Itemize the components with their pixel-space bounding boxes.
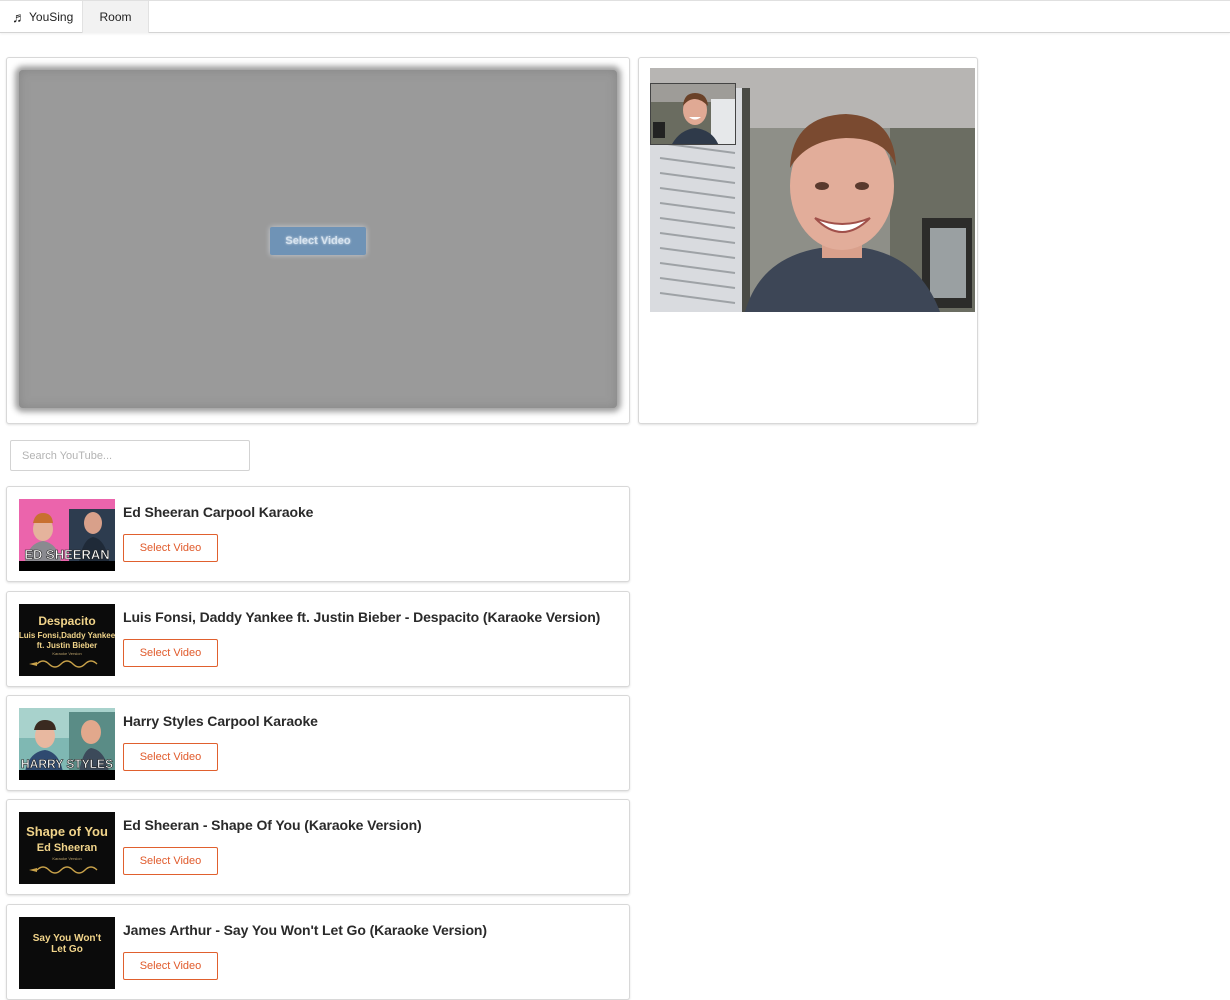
video-thumbnail[interactable]: ED SHEERAN [19,499,115,571]
top-navbar: ♬ YouSing Room [0,0,1230,33]
result-title: James Arthur - Say You Won't Let Go (Kar… [123,922,487,938]
result-card: HARRY STYLES Harry Styles Carpool Karaok… [6,695,630,791]
thumbnail-caption: HARRY STYLES [21,757,113,771]
video-thumbnail[interactable]: HARRY STYLES [19,708,115,780]
video-player-panel: Select Video [6,57,630,424]
result-title: Harry Styles Carpool Karaoke [123,713,318,729]
video-player[interactable]: Select Video [19,70,617,408]
brand-label: YouSing [29,10,74,24]
brand-link[interactable]: ♬ YouSing [0,1,82,33]
tab-room-label: Room [99,10,132,24]
thumbnail-caption: Ed Sheeran [37,842,98,854]
webcam-panel [638,57,978,424]
thumbnail-caption: Luis Fonsi,Daddy Yankee [19,631,115,640]
thumbnail-caption: Say You Won't [33,933,102,944]
select-video-button[interactable]: Select Video [123,639,218,667]
video-thumbnail[interactable]: Say You Won't Let Go [19,917,115,989]
video-thumbnail[interactable]: Shape of You Ed Sheeran Karaoke Version [19,812,115,884]
select-video-button[interactable]: Select Video [123,952,218,980]
thumbnail-caption: ED SHEERAN [24,547,109,562]
thumbnail-caption: ft. Justin Bieber [37,641,97,650]
select-video-button[interactable]: Select Video [123,847,218,875]
result-card: Shape of You Ed Sheeran Karaoke Version … [6,799,630,895]
result-title: Ed Sheeran - Shape Of You (Karaoke Versi… [123,817,422,833]
select-video-button[interactable]: Select Video [123,534,218,562]
result-title: Luis Fonsi, Daddy Yankee ft. Justin Bieb… [123,609,601,625]
thumbnail-caption: Karaoke Version [52,856,81,861]
thumbnail-caption: Karaoke Version [52,651,81,656]
player-select-video-button[interactable]: Select Video [270,227,366,255]
result-title: Ed Sheeran Carpool Karaoke [123,504,314,520]
result-card: ED SHEERAN Ed Sheeran Carpool Karaoke Se… [6,486,630,582]
video-thumbnail[interactable]: Despacito Luis Fonsi,Daddy Yankee ft. Ju… [19,604,115,676]
result-card: Say You Won't Let Go James Arthur - Say … [6,904,630,1000]
thumbnail-caption: Despacito [38,614,95,628]
tab-room[interactable]: Room [82,1,149,33]
select-video-button[interactable]: Select Video [123,743,218,771]
music-note-icon: ♬ [12,9,26,25]
local-webcam-video [650,83,736,145]
thumbnail-caption: Shape of You [26,824,108,839]
result-card: Despacito Luis Fonsi,Daddy Yankee ft. Ju… [6,591,630,687]
search-input[interactable] [10,440,250,471]
